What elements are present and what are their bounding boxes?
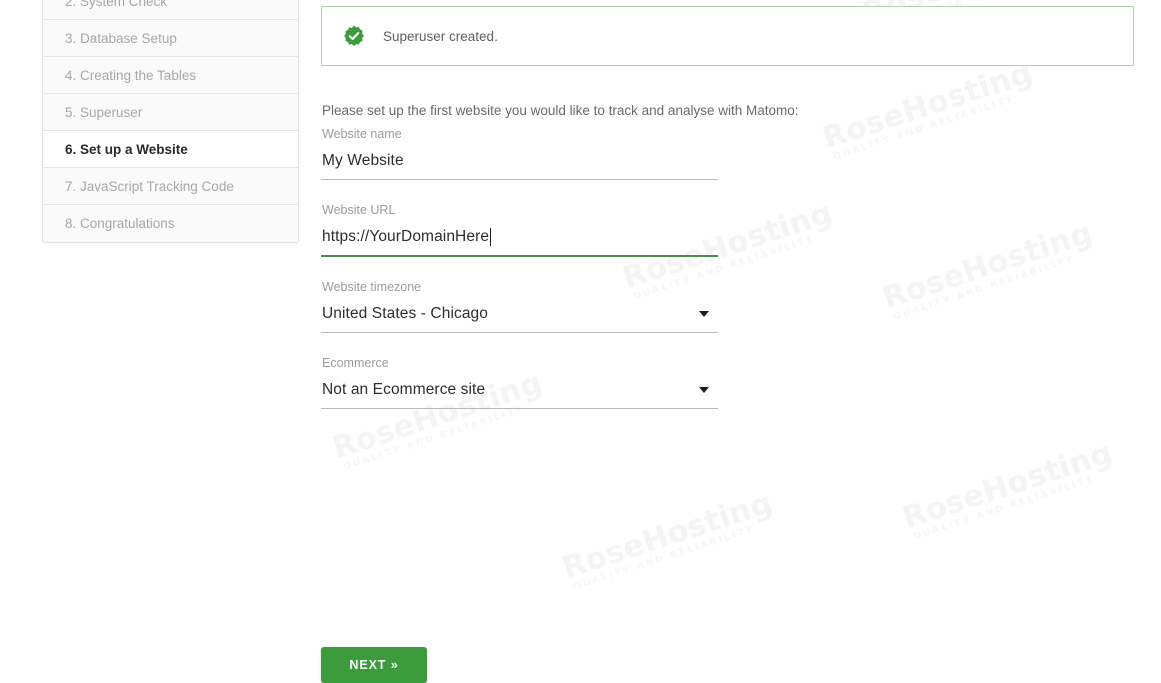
sidebar-item-label: 2. System Check (65, 0, 168, 9)
chevron-down-icon[interactable] (699, 386, 709, 393)
website-name-value: My Website (322, 151, 404, 169)
sidebar-item-label: 7. JavaScript Tracking Code (65, 179, 234, 194)
field-website-url: Website URL https://YourDomainHere (321, 202, 718, 257)
ecommerce-label: Ecommerce (322, 356, 389, 370)
sidebar-item-creating-the-tables[interactable]: 4. Creating the Tables (43, 57, 298, 94)
sidebar-item-superuser[interactable]: 5. Superuser (43, 94, 298, 131)
field-ecommerce: Ecommerce Not an Ecommerce site (321, 355, 718, 409)
website-url-value: https://YourDomainHere (322, 227, 490, 245)
website-url-label: Website URL (322, 203, 396, 217)
website-url-input[interactable]: https://YourDomainHere (321, 218, 718, 257)
sidebar-item-label: 4. Creating the Tables (65, 68, 197, 83)
chevron-down-icon[interactable] (699, 310, 709, 317)
success-notification-banner: Superuser created. (321, 6, 1134, 66)
next-button[interactable]: NEXT » (321, 647, 427, 683)
badge-check-icon (344, 25, 364, 46)
sidebar-item-label: 8. Congratulations (65, 216, 175, 231)
installation-steps-sidebar: 2. System Check 3. Database Setup 4. Cre… (42, 0, 299, 243)
field-spacer (321, 257, 718, 279)
sidebar-item-congratulations[interactable]: 8. Congratulations (43, 205, 298, 242)
sidebar-item-javascript-tracking-code[interactable]: 7. JavaScript Tracking Code (43, 168, 298, 205)
sidebar-item-label: 3. Database Setup (65, 31, 177, 46)
field-website-timezone: Website timezone United States - Chicago (321, 279, 718, 333)
website-timezone-select[interactable]: United States - Chicago (321, 295, 718, 333)
text-cursor (490, 227, 492, 246)
website-timezone-value: United States - Chicago (322, 304, 488, 322)
website-name-label: Website name (322, 127, 402, 141)
sidebar-item-label: 5. Superuser (65, 105, 143, 120)
field-spacer (321, 333, 718, 355)
sidebar-item-label: 6. Set up a Website (65, 142, 188, 157)
website-setup-form: Website name My Website Website URL http… (321, 126, 718, 683)
success-message-text: Superuser created. (383, 28, 498, 44)
sidebar-item-set-up-a-website[interactable]: 6. Set up a Website (43, 131, 298, 168)
sidebar-item-database-setup[interactable]: 3. Database Setup (43, 20, 298, 57)
ecommerce-select[interactable]: Not an Ecommerce site (321, 371, 718, 409)
website-timezone-label: Website timezone (322, 280, 422, 294)
ecommerce-value: Not an Ecommerce site (322, 380, 486, 398)
field-website-name: Website name My Website (321, 126, 718, 180)
sidebar-item-system-check[interactable]: 2. System Check (43, 0, 298, 20)
website-name-input[interactable]: My Website (321, 142, 718, 180)
intro-paragraph: Please set up the first website you woul… (322, 102, 799, 118)
matomo-installation-page: 2. System Check 3. Database Setup 4. Cre… (0, 0, 1161, 683)
field-spacer (321, 180, 718, 202)
